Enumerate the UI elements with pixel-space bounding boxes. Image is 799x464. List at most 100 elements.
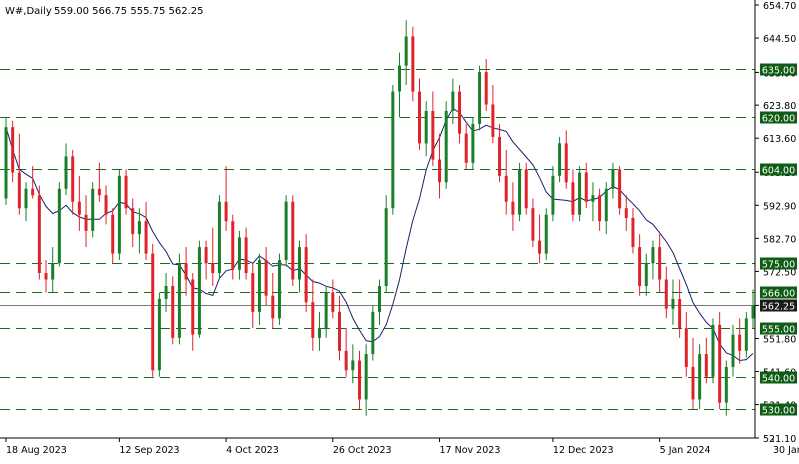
candle-body	[571, 182, 575, 215]
candle-body	[271, 295, 275, 319]
candle-body	[204, 247, 208, 264]
candle-body	[704, 354, 708, 377]
candle-body	[378, 285, 381, 312]
candle-body	[724, 367, 728, 403]
candle-body	[324, 292, 328, 329]
candle-body	[137, 221, 141, 235]
candle-body	[197, 247, 201, 335]
y-tick-label: 654.70	[763, 1, 796, 12]
candle-body	[291, 201, 295, 280]
candle-body	[111, 214, 115, 254]
candle-body	[744, 318, 748, 351]
candle-body	[297, 247, 301, 280]
candle-body	[91, 188, 95, 231]
candle-body	[277, 260, 281, 319]
candle-body	[751, 305, 755, 319]
candle-body	[337, 311, 341, 351]
level-label: 540.00	[762, 374, 795, 385]
candle-body	[224, 201, 228, 222]
candle-body	[438, 159, 442, 183]
symbol-timeframe: W#,Daily	[5, 6, 52, 17]
y-tick-label: 582.70	[763, 234, 796, 245]
y-tick-label: 592.90	[763, 201, 796, 212]
candle-body	[684, 328, 688, 368]
candle-body	[551, 175, 555, 215]
y-tick-label: 623.80	[763, 101, 796, 112]
candle-body	[604, 188, 608, 222]
candle-body	[678, 298, 682, 329]
candle-body	[511, 201, 515, 215]
candle-body	[624, 208, 628, 218]
candle-body	[418, 91, 422, 144]
x-tick-label: 12 Sep 2023	[119, 445, 179, 456]
candle-body	[17, 172, 21, 209]
y-tick-label: 521.10	[763, 434, 796, 445]
candle-body	[351, 360, 355, 371]
candle-body	[164, 285, 168, 299]
y-tick-label: 551.80	[763, 335, 796, 346]
candle-body	[411, 36, 415, 92]
candle-body	[131, 208, 135, 235]
candle-body	[398, 65, 402, 92]
candle-body	[544, 214, 548, 254]
candle-body	[177, 263, 181, 338]
candle-body	[404, 36, 408, 66]
candle-body	[71, 156, 75, 202]
candle-body	[564, 143, 568, 183]
candle-body	[124, 175, 128, 209]
candle-body	[244, 237, 248, 274]
candle-body	[484, 72, 488, 105]
candle-body	[157, 298, 161, 371]
candle-body	[731, 334, 735, 368]
candle-body	[671, 298, 675, 309]
candle-body	[104, 195, 108, 215]
candle-body	[257, 260, 261, 312]
candle-body	[211, 263, 215, 274]
candle-body	[538, 240, 542, 254]
candle-body	[458, 91, 462, 134]
level-label: 604.00	[762, 166, 795, 177]
price-chart[interactable]: 654.70644.50633.90623.80613.60603.10592.…	[0, 0, 799, 460]
candle-body	[578, 172, 582, 215]
candle-body	[504, 175, 508, 202]
level-label: 635.00	[762, 66, 795, 77]
candle-body	[658, 247, 662, 280]
candle-body	[618, 169, 622, 209]
level-label: 555.00	[762, 325, 795, 336]
y-tick-label: 613.60	[763, 134, 796, 145]
candle-body	[711, 324, 715, 377]
candle-body	[311, 302, 315, 338]
candle-body	[718, 324, 722, 403]
candle-body	[664, 279, 668, 309]
x-tick-label: 5 Jan 2024	[660, 445, 711, 456]
x-tick-label: 26 Oct 2023	[333, 445, 392, 456]
candle-body	[251, 273, 255, 312]
candle-body	[531, 208, 535, 241]
candle-body	[344, 350, 348, 371]
candle-body	[184, 263, 188, 280]
candle-body	[264, 260, 268, 296]
candle-body	[37, 195, 41, 274]
candle-body	[691, 367, 695, 400]
candle-body	[364, 354, 368, 400]
candle-body	[231, 221, 235, 270]
candle-body	[4, 127, 8, 199]
candle-body	[424, 110, 428, 144]
candle-body	[304, 247, 308, 303]
candle-body	[237, 237, 241, 270]
level-label: 530.00	[762, 406, 795, 417]
candle-body	[471, 123, 475, 163]
x-tick-label: 30 Jan 2024	[773, 445, 799, 456]
candle-body	[644, 263, 648, 286]
candle-body	[331, 292, 335, 312]
candle-body	[598, 195, 602, 222]
candle-body	[698, 354, 702, 400]
candle-body	[284, 201, 288, 261]
candle-body	[478, 72, 482, 124]
x-tick-label: 18 Aug 2023	[6, 445, 67, 456]
candle-body	[57, 188, 61, 264]
candle-body	[491, 104, 495, 137]
level-label: 620.00	[762, 114, 795, 125]
chart-canvas[interactable]: 654.70644.50633.90623.80613.60603.10592.…	[0, 0, 799, 460]
candle-body	[518, 169, 522, 215]
